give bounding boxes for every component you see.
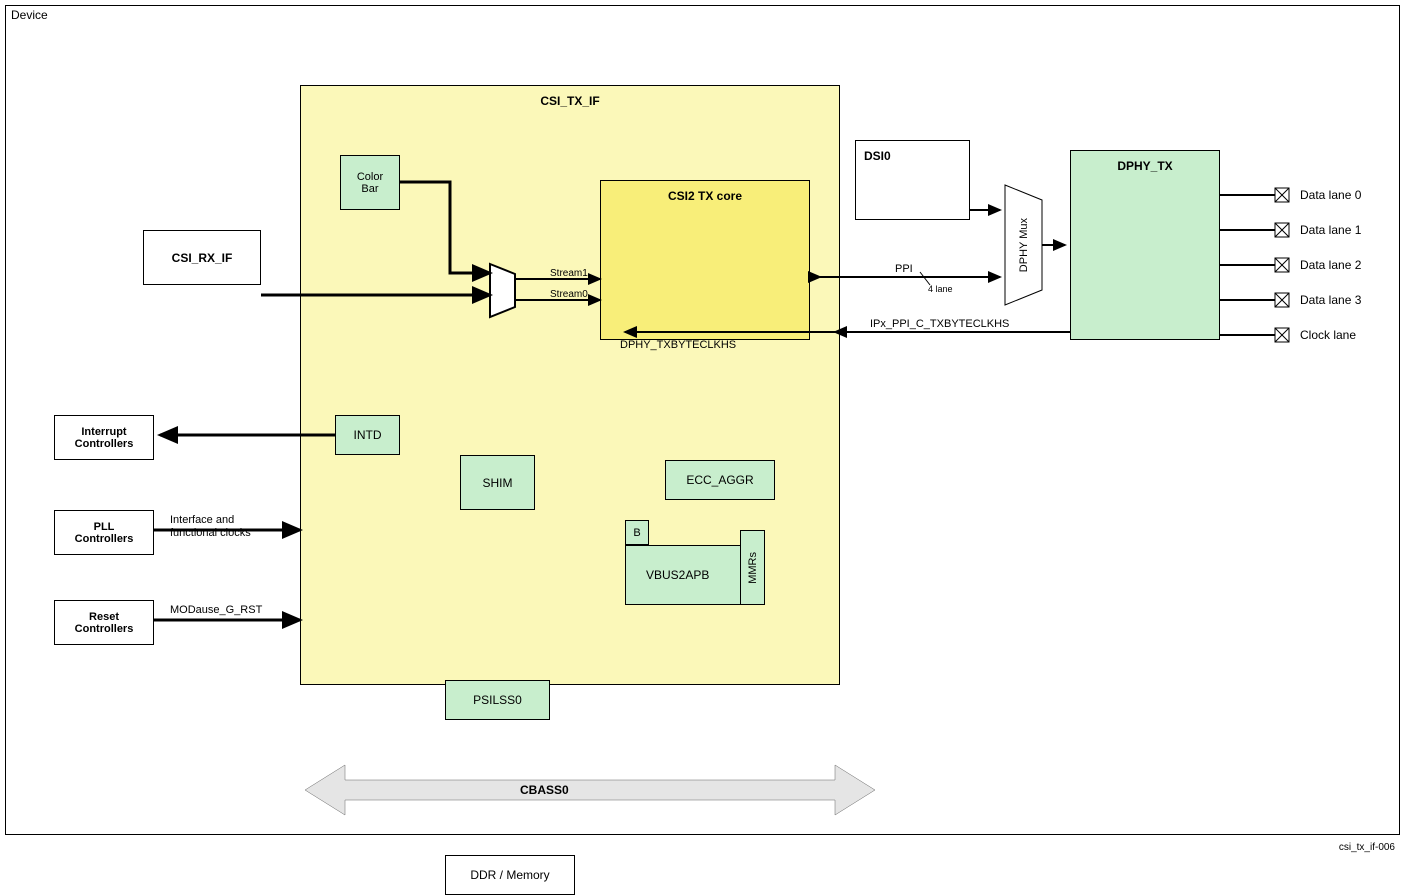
lane-data1-label: Data lane 1 [1300, 223, 1361, 237]
reset-controllers-block: Reset Controllers [54, 600, 154, 645]
csi-rx-if-label: CSI_RX_IF [172, 251, 233, 265]
ecc-aggr-block: ECC_AGGR [665, 460, 775, 500]
psilss0-label: PSILSS0 [473, 693, 522, 707]
pll-controllers-block: PLL Controllers [54, 510, 154, 555]
dphy-tx-block: DPHY_TX [1070, 150, 1220, 340]
color-bar-label: Color Bar [357, 171, 383, 195]
dsi0-label: DSI0 [864, 149, 891, 163]
mmrs-block: MMRs [740, 530, 765, 605]
color-bar-block: Color Bar [340, 155, 400, 210]
footer-id: csi_tx_if-006 [1339, 842, 1395, 853]
intd-block: INTD [335, 415, 400, 455]
pll-ctrl-label: PLL Controllers [75, 521, 134, 545]
shim-block: SHIM [460, 455, 535, 510]
ddr-memory-block: DDR / Memory [445, 855, 575, 895]
csi2-tx-core-label: CSI2 TX core [668, 189, 742, 203]
lane-data0-label: Data lane 0 [1300, 188, 1361, 202]
psilss0-block: PSILSS0 [445, 680, 550, 720]
lane-data2-label: Data lane 2 [1300, 258, 1361, 272]
ddr-memory-label: DDR / Memory [470, 868, 549, 882]
interrupt-ctrl-label: Interrupt Controllers [75, 426, 134, 450]
dphy-tx-label: DPHY_TX [1117, 159, 1172, 173]
interrupt-controllers-block: Interrupt Controllers [54, 415, 154, 460]
csi-rx-if-block: CSI_RX_IF [143, 230, 261, 285]
shim-label: SHIM [483, 476, 513, 490]
dsi0-block: DSI0 [855, 140, 970, 220]
intd-label: INTD [354, 428, 382, 442]
csi2-tx-core-block: CSI2 TX core [600, 180, 810, 340]
vbus2apb-label: VBUS2APB [646, 568, 709, 582]
cbass0-label: CBASS0 [520, 783, 569, 797]
ecc-aggr-label: ECC_AGGR [686, 473, 753, 487]
lane-data3-label: Data lane 3 [1300, 293, 1361, 307]
csi-tx-if-title: CSI_TX_IF [540, 94, 599, 108]
mmrs-label: MMRs [747, 552, 759, 584]
dphy-mux-label: DPHY Mux [1018, 218, 1030, 272]
b-label: B [633, 527, 640, 539]
reset-ctrl-label: Reset Controllers [75, 611, 134, 635]
device-title: Device [11, 8, 48, 22]
b-block: B [625, 520, 649, 545]
lane-clock-label: Clock lane [1300, 328, 1356, 342]
